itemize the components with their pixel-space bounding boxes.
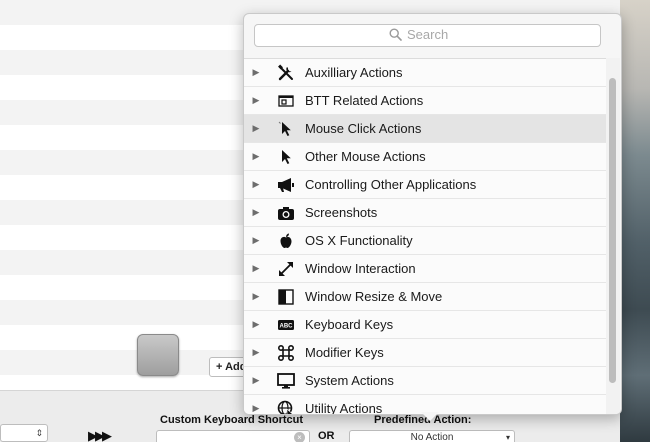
desktop-wallpaper	[620, 0, 650, 442]
category-label: Other Mouse Actions	[305, 149, 426, 164]
category-btt-related-actions[interactable]: ▶ BTT Related Actions	[244, 87, 606, 115]
category-label: Utility Actions	[305, 401, 383, 415]
chevron-down-icon: ▾	[505, 433, 510, 442]
predefined-action-select[interactable]: No Action ▾	[349, 430, 515, 442]
abc-keyboard-icon: ABC	[278, 319, 294, 330]
resize-arrows-icon	[279, 261, 293, 276]
category-label: Auxilliary Actions	[305, 65, 403, 80]
category-modifier-keys[interactable]: ▶ Modifier Keys	[244, 339, 606, 367]
search-field[interactable]: Search	[254, 24, 601, 47]
or-label: OR	[318, 430, 335, 442]
disclosure-triangle-icon[interactable]: ▶	[246, 207, 266, 218]
disclosure-triangle-icon[interactable]: ▶	[246, 151, 266, 162]
category-label: System Actions	[305, 373, 394, 388]
category-controlling-other-applications[interactable]: ▶ Controlling Other Applications	[244, 171, 606, 199]
monitor-icon	[277, 372, 295, 389]
shortcut-input[interactable]: ×	[156, 430, 310, 442]
category-window-resize-move[interactable]: ▶ Window Resize & Move	[244, 283, 606, 311]
category-mouse-click-actions[interactable]: ▶ Mouse Click Actions	[244, 115, 606, 143]
category-label: Controlling Other Applications	[305, 177, 477, 192]
category-label: Screenshots	[305, 205, 378, 220]
updown-icon: ⇕	[35, 428, 43, 438]
disclosure-triangle-icon[interactable]: ▶	[246, 123, 266, 134]
disclosure-triangle-icon[interactable]: ▶	[246, 67, 266, 78]
half-window-icon	[278, 288, 294, 305]
category-label: OS X Functionality	[305, 233, 413, 248]
category-auxilliary-actions[interactable]: ▶ Auxilliary Actions	[244, 59, 606, 87]
search-placeholder: Search	[407, 27, 449, 42]
category-window-interaction[interactable]: ▶ Window Interaction	[244, 255, 606, 283]
category-label: Modifier Keys	[305, 345, 384, 360]
category-keyboard-keys[interactable]: ▶ ABC Keyboard Keys	[244, 311, 606, 339]
preview-thumbnail[interactable]	[137, 334, 179, 376]
triple-arrow-icon: ▶▶▶	[88, 428, 112, 442]
category-label: Mouse Click Actions	[305, 121, 422, 136]
disclosure-triangle-icon[interactable]: ▶	[246, 319, 266, 330]
disclosure-triangle-icon[interactable]: ▶	[246, 179, 266, 190]
category-system-actions[interactable]: ▶ System Actions	[244, 367, 606, 395]
category-screenshots[interactable]: ▶ Screenshots	[244, 199, 606, 227]
disclosure-triangle-icon[interactable]: ▶	[246, 235, 266, 246]
tools-icon	[278, 64, 293, 80]
disclosure-triangle-icon[interactable]: ▶	[246, 263, 266, 274]
predefined-action-value: No Action	[410, 432, 454, 442]
disclosure-triangle-icon[interactable]: ▶	[246, 403, 266, 414]
disclosure-triangle-icon[interactable]: ▶	[246, 347, 266, 358]
search-icon	[389, 28, 402, 41]
disclosure-triangle-icon[interactable]: ▶	[246, 375, 266, 386]
category-label: Keyboard Keys	[305, 317, 394, 332]
category-label: Window Resize & Move	[305, 289, 443, 304]
shortcut-label: Custom Keyboard Shortcut	[160, 414, 304, 426]
globe-cursor-icon	[277, 400, 294, 414]
svg-text:ABC: ABC	[280, 323, 294, 329]
command-key-icon	[277, 344, 295, 361]
megaphone-icon	[278, 177, 294, 192]
popover-arrow	[421, 412, 439, 421]
btt-window-icon	[278, 94, 294, 107]
clear-icon[interactable]: ×	[294, 432, 305, 442]
category-label: Window Interaction	[305, 261, 416, 276]
category-other-mouse-actions[interactable]: ▶ Other Mouse Actions	[244, 143, 606, 171]
left-select[interactable]: ⇕	[0, 424, 48, 442]
disclosure-triangle-icon[interactable]: ▶	[246, 95, 266, 106]
apple-icon	[280, 233, 292, 248]
action-popover: Search ▶ Auxilliary Actions ▶ BTT Relate…	[243, 13, 622, 415]
cursor-click-icon	[278, 121, 291, 136]
scrollbar-thumb[interactable]	[609, 78, 616, 383]
cursor-icon	[282, 149, 291, 164]
action-category-list: ▶ Auxilliary Actions ▶ BTT Related Actio…	[244, 58, 606, 415]
disclosure-triangle-icon[interactable]: ▶	[246, 291, 266, 302]
camera-icon	[278, 206, 294, 220]
category-label: BTT Related Actions	[305, 93, 424, 108]
category-os-x-functionality[interactable]: ▶ OS X Functionality	[244, 227, 606, 255]
